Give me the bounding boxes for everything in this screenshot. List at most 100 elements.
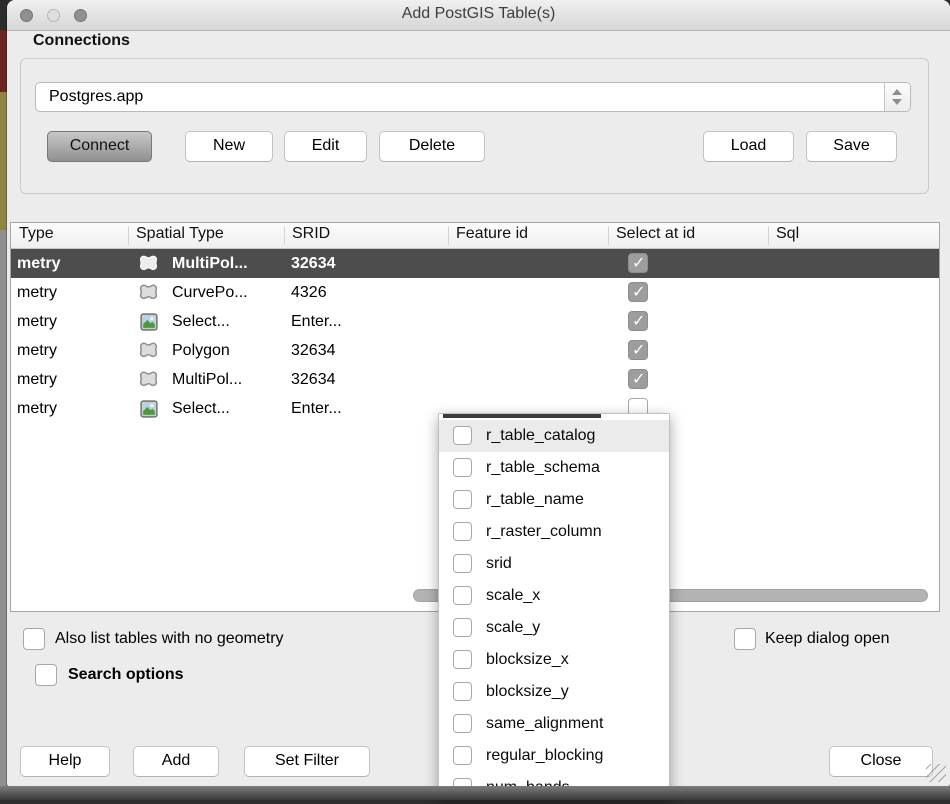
cell-type: metry bbox=[17, 394, 57, 423]
dropdown-item-label: scale_x bbox=[486, 580, 540, 612]
dropdown-item-checkbox[interactable] bbox=[453, 586, 472, 605]
dropdown-item[interactable]: r_table_catalog bbox=[439, 420, 669, 452]
help-button[interactable]: Help bbox=[20, 746, 110, 777]
cell-spatial-type: Select... bbox=[172, 394, 230, 423]
polygon-icon bbox=[137, 368, 161, 392]
dropdown-item-checkbox[interactable] bbox=[453, 618, 472, 637]
search-options-label: Search options bbox=[68, 666, 184, 684]
dropdown-item-checkbox[interactable] bbox=[453, 490, 472, 509]
dropdown-item[interactable]: r_table_name bbox=[439, 484, 669, 516]
dropdown-item-label: blocksize_y bbox=[486, 676, 569, 708]
cell-type: metry bbox=[17, 336, 57, 365]
select-at-id-checkbox[interactable] bbox=[628, 282, 648, 302]
dropdown-item[interactable]: r_raster_column bbox=[439, 516, 669, 548]
new-button[interactable]: New bbox=[185, 131, 273, 162]
dropdown-item[interactable]: srid bbox=[439, 548, 669, 580]
dropdown-item-checkbox[interactable] bbox=[453, 714, 472, 733]
add-postgis-dialog: Add PostGIS Table(s) Connections Postgre… bbox=[7, 0, 950, 786]
select-at-id-checkbox[interactable] bbox=[628, 311, 648, 331]
save-button[interactable]: Save bbox=[806, 131, 897, 162]
close-button[interactable]: Close bbox=[829, 746, 933, 777]
multipolygon-icon bbox=[137, 252, 161, 276]
window-bottom-edge bbox=[0, 786, 950, 800]
connections-groupbox bbox=[20, 58, 929, 194]
cell-type: metry bbox=[17, 365, 57, 394]
cell-spatial-type: MultiPol... bbox=[172, 365, 242, 394]
raster-icon bbox=[137, 397, 161, 421]
column-header-feature-id[interactable]: Feature id bbox=[456, 225, 528, 243]
polygon-icon bbox=[137, 281, 161, 305]
dropdown-item-checkbox[interactable] bbox=[453, 682, 472, 701]
dropdown-anchor-edge bbox=[443, 414, 601, 418]
select-at-id-checkbox[interactable] bbox=[628, 253, 648, 273]
load-button[interactable]: Load bbox=[703, 131, 794, 162]
tables-list-header[interactable]: Type Spatial Type SRID Feature id Select… bbox=[11, 223, 939, 249]
chevron-up-icon bbox=[892, 89, 902, 95]
dropdown-item[interactable]: blocksize_y bbox=[439, 676, 669, 708]
dropdown-item[interactable]: regular_blocking bbox=[439, 740, 669, 772]
connect-button[interactable]: Connect bbox=[47, 131, 152, 162]
connections-label: Connections bbox=[33, 32, 130, 50]
add-button[interactable]: Add bbox=[133, 746, 219, 777]
dropdown-item[interactable]: blocksize_x bbox=[439, 644, 669, 676]
cell-srid: Enter... bbox=[291, 307, 342, 336]
also-list-tables-checkbox[interactable] bbox=[23, 628, 45, 650]
table-row[interactable]: metryCurvePo...4326 bbox=[11, 278, 939, 307]
polygon-icon bbox=[137, 339, 161, 363]
dropdown-item[interactable]: r_table_schema bbox=[439, 452, 669, 484]
column-header-type[interactable]: Type bbox=[19, 225, 54, 243]
select-at-id-checkbox[interactable] bbox=[628, 369, 648, 389]
cell-spatial-type: Polygon bbox=[172, 336, 230, 365]
dropdown-item-checkbox[interactable] bbox=[453, 746, 472, 765]
dropdown-item-label: r_raster_column bbox=[486, 516, 602, 548]
dropdown-item-label: same_alignment bbox=[486, 708, 603, 740]
table-row[interactable]: metry Polygon 32634 bbox=[11, 336, 939, 365]
connection-selected-value: Postgres.app bbox=[49, 83, 143, 111]
dropdown-item-checkbox[interactable] bbox=[453, 522, 472, 541]
dropdown-item-label: srid bbox=[486, 548, 512, 580]
title-bar[interactable]: Add PostGIS Table(s) bbox=[7, 0, 950, 31]
dropdown-item-checkbox[interactable] bbox=[453, 458, 472, 477]
dropdown-item-label: r_table_catalog bbox=[486, 420, 595, 452]
keep-dialog-open-label: Keep dialog open bbox=[765, 630, 890, 648]
dropdown-item-label: regular_blocking bbox=[486, 740, 603, 772]
table-row[interactable]: metrySelect...Enter... bbox=[11, 307, 939, 336]
dialog-title: Add PostGIS Table(s) bbox=[7, 5, 950, 23]
dropdown-item-label: blocksize_x bbox=[486, 644, 569, 676]
cell-type: metry bbox=[17, 278, 57, 307]
cell-srid: 32634 bbox=[291, 365, 336, 394]
cell-srid: 32634 bbox=[291, 249, 336, 278]
dropdown-item-label: scale_y bbox=[486, 612, 540, 644]
also-list-tables-label: Also list tables with no geometry bbox=[55, 630, 284, 648]
dropdown-item[interactable]: scale_y bbox=[439, 612, 669, 644]
delete-button[interactable]: Delete bbox=[379, 131, 485, 162]
desktop-edge bbox=[0, 0, 7, 800]
cell-type: metry bbox=[17, 249, 61, 278]
resize-grip-icon[interactable] bbox=[926, 764, 946, 782]
select-at-id-checkbox[interactable] bbox=[628, 340, 648, 360]
column-header-select-at-id[interactable]: Select at id bbox=[616, 225, 695, 243]
dropdown-item-checkbox[interactable] bbox=[453, 554, 472, 573]
edit-button[interactable]: Edit bbox=[284, 131, 367, 162]
dropdown-item-checkbox[interactable] bbox=[453, 650, 472, 669]
dropdown-item[interactable]: scale_x bbox=[439, 580, 669, 612]
table-row[interactable]: metry MultiPol... 32634 bbox=[11, 365, 939, 394]
column-header-srid[interactable]: SRID bbox=[292, 225, 330, 243]
feature-id-dropdown: r_table_catalogr_table_schemar_table_nam… bbox=[438, 413, 670, 800]
set-filter-button[interactable]: Set Filter bbox=[244, 746, 370, 777]
dropdown-item-label: r_table_name bbox=[486, 484, 584, 516]
cell-spatial-type: MultiPol... bbox=[172, 249, 248, 278]
cell-srid: Enter... bbox=[291, 394, 342, 423]
cell-spatial-type: Select... bbox=[172, 307, 230, 336]
cell-srid: 32634 bbox=[291, 336, 336, 365]
table-row[interactable]: metry MultiPol... 32634 bbox=[11, 249, 939, 278]
column-header-sql[interactable]: Sql bbox=[776, 225, 799, 243]
dropdown-item[interactable]: same_alignment bbox=[439, 708, 669, 740]
dropdown-items: r_table_catalogr_table_schemar_table_nam… bbox=[439, 420, 669, 804]
keep-dialog-open-checkbox[interactable] bbox=[734, 628, 756, 650]
dropdown-item-checkbox[interactable] bbox=[453, 426, 472, 445]
connection-select[interactable]: Postgres.app bbox=[35, 82, 911, 112]
search-options-checkbox[interactable] bbox=[35, 664, 57, 686]
combo-stepper-icon[interactable] bbox=[884, 83, 910, 111]
column-header-spatial-type[interactable]: Spatial Type bbox=[136, 225, 224, 243]
